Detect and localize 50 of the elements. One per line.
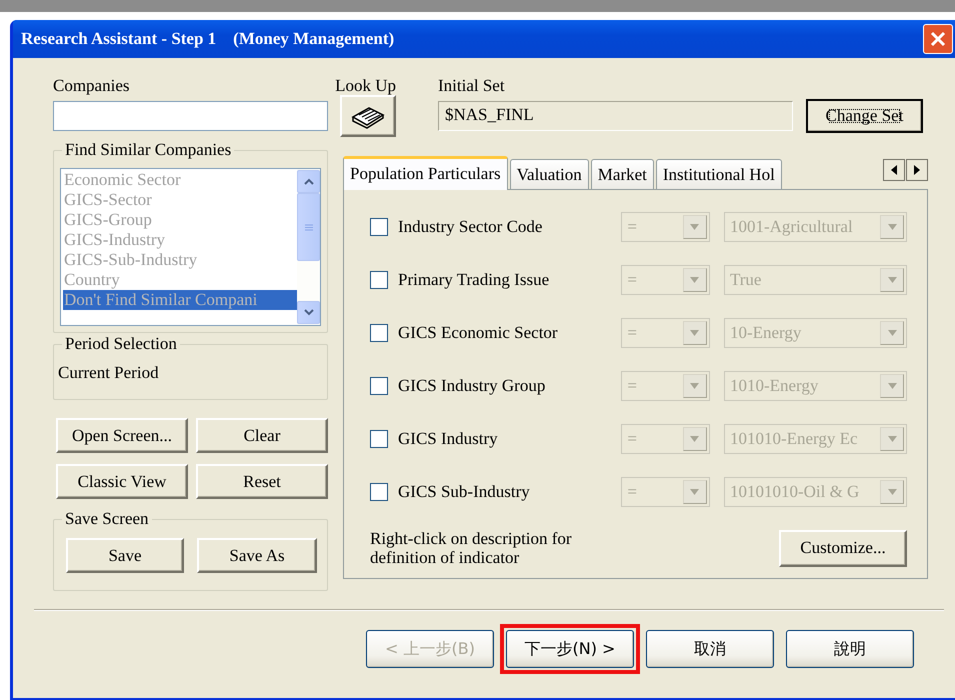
dropdown-arrow-icon — [888, 382, 896, 388]
dialog-button[interactable]: Reset — [196, 464, 328, 499]
dropdown-arrow-icon — [690, 382, 700, 388]
tab-scroll-button[interactable] — [883, 159, 905, 181]
footer-button[interactable]: 取消 — [646, 630, 774, 668]
dropdown-arrow-icon — [690, 276, 700, 282]
dropdown-arrow-icon — [888, 276, 896, 282]
save-button[interactable]: Save As — [197, 538, 317, 573]
criterion-label: GICS Industry — [398, 428, 499, 448]
dialog-button[interactable]: Open Screen... — [56, 418, 188, 453]
right-triangle-icon — [914, 165, 920, 175]
left-triangle-icon — [891, 165, 897, 175]
companies-label: Companies — [53, 76, 130, 96]
tab-scroll-button[interactable] — [906, 159, 928, 181]
dropdown-arrow-icon — [690, 436, 700, 442]
dropdown-arrow-icon — [888, 224, 896, 230]
customize-button[interactable]: Customize... — [779, 530, 907, 566]
group-title: Find Similar Companies — [62, 140, 234, 160]
save-button[interactable]: Save — [66, 538, 184, 573]
dropdown-arrow-icon — [888, 488, 896, 494]
criterion-label: GICS Industry Group — [398, 376, 546, 396]
dropdown-arrow-icon — [888, 330, 896, 336]
change-set-button[interactable]: Change Set — [806, 99, 923, 133]
close-button[interactable] — [923, 24, 953, 54]
window-title: Research Assistant - Step 1 (Money Management) — [21, 29, 394, 49]
criterion-label: Industry Sector Code — [398, 216, 544, 236]
tab[interactable]: Population Particulars — [343, 156, 508, 190]
dropdown-arrow-icon — [888, 436, 896, 442]
footer-button[interactable]: 下一步(N) > — [506, 630, 634, 668]
initial-set-label: Initial Set — [438, 76, 506, 96]
dropdown-arrow-icon — [690, 330, 700, 336]
dropdown-arrow-icon — [690, 488, 700, 494]
tab[interactable]: Institutional Hol — [656, 159, 782, 189]
grip-icon[interactable] — [304, 224, 312, 230]
dropdown-arrow-icon — [690, 224, 700, 230]
tab[interactable]: Market — [590, 159, 654, 189]
criterion-label: GICS Economic Sector — [398, 322, 559, 342]
tab[interactable]: Valuation — [510, 159, 589, 189]
initial-set-field[interactable]: $NAS_FINL — [438, 101, 793, 131]
close-icon — [930, 31, 946, 47]
criterion-label: GICS Sub-Industry — [398, 482, 531, 502]
footer-button[interactable]: 說明 — [786, 630, 914, 668]
period-value: Current Period — [58, 362, 160, 384]
dialog-button[interactable]: Clear — [196, 418, 328, 453]
hint-text: Right-click on description for definition of indicator — [370, 529, 573, 567]
dialog-button[interactable]: Classic View — [56, 464, 188, 499]
companies-field[interactable] — [53, 101, 328, 131]
look-up-label: Look Up — [335, 76, 396, 96]
look-up-button[interactable] — [340, 95, 396, 137]
criterion-label: Primary Trading Issue — [398, 270, 550, 290]
